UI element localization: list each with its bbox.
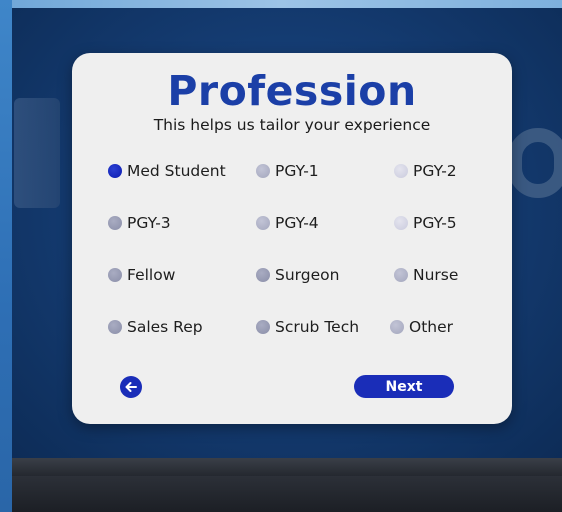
option-label: PGY-1: [275, 162, 319, 180]
option-nurse[interactable]: Nurse: [394, 263, 458, 287]
radio-icon: [394, 268, 408, 282]
option-label: Other: [409, 318, 454, 336]
radio-selected-icon: [108, 164, 122, 178]
option-other[interactable]: Other: [390, 315, 453, 339]
option-fellow[interactable]: Fellow: [108, 263, 175, 287]
option-pgy-1[interactable]: PGY-1: [256, 159, 319, 183]
option-pgy-2[interactable]: PGY-2: [394, 159, 457, 183]
counter-top: [12, 458, 562, 476]
arrow-left-icon: [125, 382, 137, 392]
option-sales-rep[interactable]: Sales Rep: [108, 315, 203, 339]
radio-icon: [108, 320, 122, 334]
radio-icon: [256, 164, 270, 178]
dialog-title: Profession: [167, 67, 417, 115]
option-label: PGY-3: [127, 214, 171, 232]
wall-logo-letter: [508, 128, 562, 198]
option-label: PGY-2: [413, 162, 457, 180]
option-pgy-4[interactable]: PGY-4: [256, 211, 319, 235]
radio-icon: [108, 268, 122, 282]
radio-icon: [256, 268, 270, 282]
option-surgeon[interactable]: Surgeon: [256, 263, 339, 287]
option-label: Surgeon: [275, 266, 340, 284]
wall-logo-letter: [14, 98, 60, 208]
left-pillar: [0, 0, 12, 512]
option-pgy-5[interactable]: PGY-5: [394, 211, 457, 235]
counter: [12, 476, 562, 512]
next-button[interactable]: Next: [354, 375, 454, 398]
option-scrub-tech[interactable]: Scrub Tech: [256, 315, 359, 339]
profession-dialog: Profession This helps us tailor your exp…: [72, 53, 512, 424]
option-label: Fellow: [127, 266, 176, 284]
back-button[interactable]: [120, 376, 142, 398]
option-label: Scrub Tech: [275, 318, 360, 336]
dialog-subtitle: This helps us tailor your experience: [153, 116, 431, 134]
option-label: Sales Rep: [127, 318, 203, 336]
option-label: PGY-5: [413, 214, 457, 232]
option-label: Med Student: [127, 162, 226, 180]
option-label: Nurse: [413, 266, 459, 284]
radio-icon: [390, 320, 404, 334]
radio-icon: [256, 320, 270, 334]
radio-icon: [256, 216, 270, 230]
option-label: PGY-4: [275, 214, 319, 232]
radio-icon: [394, 216, 408, 230]
option-med-student[interactable]: Med Student: [108, 159, 226, 183]
radio-icon: [108, 216, 122, 230]
radio-icon: [394, 164, 408, 178]
option-pgy-3[interactable]: PGY-3: [108, 211, 171, 235]
